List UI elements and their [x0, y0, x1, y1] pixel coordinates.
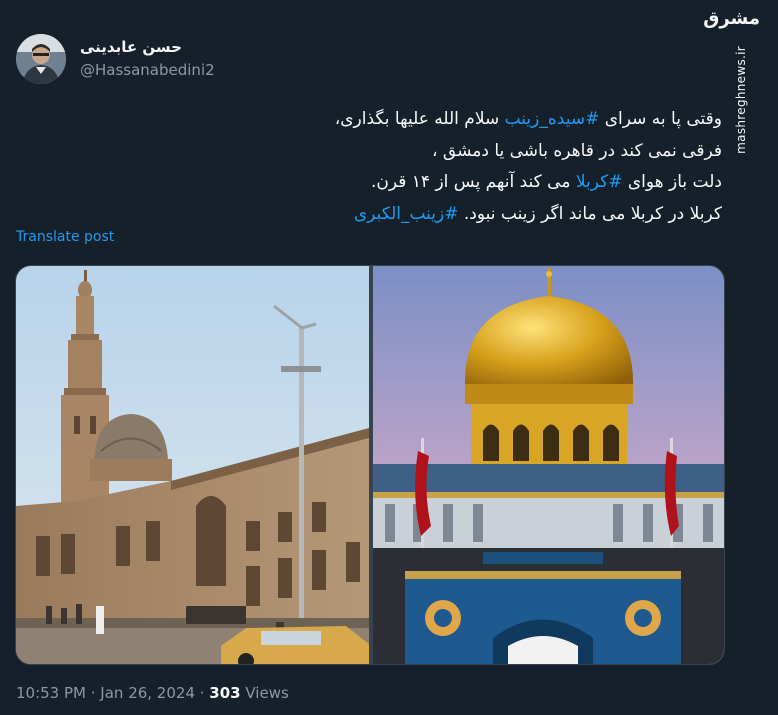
damascus-shrine-image	[373, 266, 724, 664]
media-grid	[15, 265, 725, 665]
tweet-time[interactable]: 10:53 PM	[16, 684, 86, 702]
avatar-image	[16, 34, 66, 84]
tweet-header: حسن عابدینی @Hassanabedini2	[16, 34, 696, 86]
views-count: 303	[209, 684, 241, 702]
views-label: Views	[240, 684, 289, 702]
translate-post-link[interactable]: Translate post	[16, 229, 114, 245]
tweet-text: وقتی پا به سرای #سیده_زینب سلام الله علی…	[16, 104, 722, 230]
hashtag-link[interactable]: #کربلا	[576, 172, 623, 192]
author-avatar[interactable]	[16, 34, 66, 84]
hashtag-link[interactable]: #زینب_الکبری	[354, 204, 459, 224]
tweet-date[interactable]: Jan 26, 2024	[100, 684, 195, 702]
cairo-mosque-image	[16, 266, 369, 664]
hashtag-link[interactable]: #سیده_زینب	[505, 109, 600, 129]
tweet-text-segment: سلام الله علیها بگذاری،	[334, 109, 505, 129]
tweet-text-segment: دلت باز هوای	[622, 172, 722, 192]
tweet-line-1: وقتی پا به سرای #سیده_زینب سلام الله علی…	[16, 104, 722, 136]
meta-separator: ·	[194, 684, 210, 702]
tweet-line-2: فرقی نمی کند در قاهره باشی یا دمشق ،	[432, 140, 722, 161]
meta-separator: ·	[85, 684, 101, 702]
tweet-line-3: دلت باز هوای #کربلا می کند آنهم پس از ۱۴…	[16, 167, 722, 199]
tweet-meta: 10:53 PM · Jan 26, 2024 · 303 Views	[16, 684, 289, 702]
tweet-line-4: کربلا در کربلا می ماند اگر زینب نبود. #ز…	[16, 199, 722, 231]
tweet-text-segment: وقتی پا به سرای	[599, 109, 722, 129]
author-display-name[interactable]: حسن عابدینی	[80, 38, 182, 56]
watermark-logo: مشرق	[703, 8, 760, 29]
tweet-text-segment: کربلا در کربلا می ماند اگر زینب نبود.	[458, 203, 722, 224]
photo-damascus-shrine[interactable]	[373, 266, 724, 664]
watermark-url: mashreghnews.ir	[734, 46, 748, 154]
photo-cairo-mosque[interactable]	[16, 266, 369, 664]
author-handle[interactable]: @Hassanabedini2	[80, 61, 215, 79]
tweet-text-segment: می کند آنهم پس از ۱۴ قرن.	[370, 172, 576, 192]
